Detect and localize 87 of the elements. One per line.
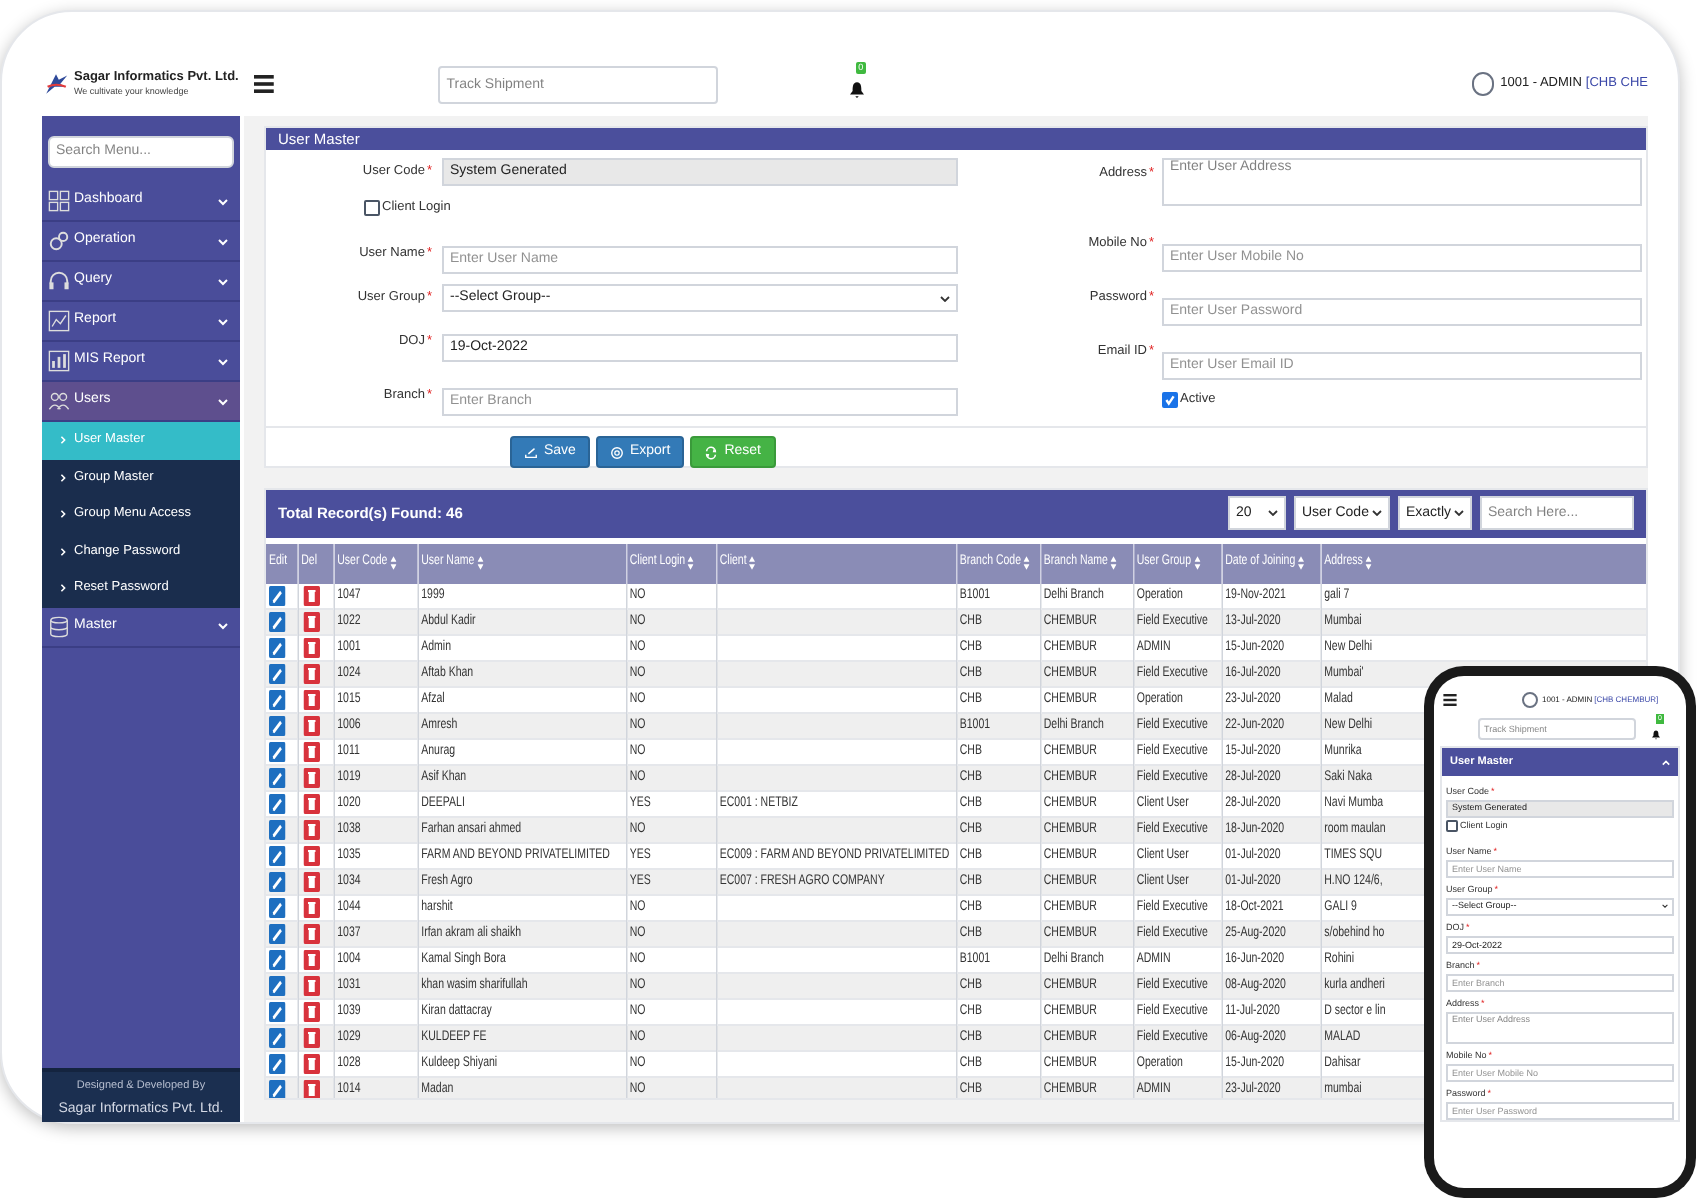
bell-icon[interactable] bbox=[1652, 730, 1660, 740]
delete-button[interactable] bbox=[302, 1002, 320, 1023]
checkbox[interactable] bbox=[364, 200, 380, 217]
save-icon bbox=[524, 445, 538, 460]
chart-icon bbox=[48, 310, 70, 332]
caret-icon bbox=[940, 295, 950, 302]
edit-button[interactable] bbox=[269, 846, 286, 867]
delete-button[interactable] bbox=[302, 846, 320, 867]
checkbox[interactable] bbox=[1446, 820, 1458, 833]
edit-button[interactable] bbox=[269, 1028, 286, 1049]
gears-icon bbox=[48, 230, 70, 252]
edit-button[interactable] bbox=[269, 690, 286, 711]
sort-icon bbox=[1194, 556, 1201, 571]
caret-icon bbox=[1454, 510, 1464, 517]
sort-icon bbox=[1298, 556, 1305, 571]
caret-icon bbox=[1662, 904, 1668, 909]
chevron-up-icon[interactable] bbox=[1662, 759, 1670, 765]
chevron-down-icon bbox=[218, 277, 228, 285]
chevron-right-icon bbox=[60, 584, 66, 593]
bar-chart-icon bbox=[48, 350, 70, 372]
delete-button[interactable] bbox=[302, 742, 320, 763]
delete-button[interactable] bbox=[302, 1028, 320, 1049]
delete-button[interactable] bbox=[302, 976, 320, 997]
refresh-icon bbox=[704, 445, 719, 460]
delete-button[interactable] bbox=[302, 794, 320, 815]
chevron-down-icon bbox=[218, 397, 228, 405]
avatar bbox=[1522, 691, 1538, 707]
edit-button[interactable] bbox=[269, 924, 286, 945]
avatar bbox=[1472, 72, 1495, 96]
edit-button[interactable] bbox=[269, 664, 286, 685]
edit-button[interactable] bbox=[269, 742, 286, 763]
bell-icon[interactable] bbox=[850, 82, 865, 98]
delete-button[interactable] bbox=[302, 820, 320, 841]
delete-button[interactable] bbox=[302, 716, 320, 737]
checkbox[interactable] bbox=[1162, 392, 1178, 409]
chevron-down-icon bbox=[218, 622, 228, 630]
chevron-right-icon bbox=[60, 547, 66, 556]
edit-button[interactable] bbox=[269, 820, 286, 841]
edit-button[interactable] bbox=[269, 1080, 286, 1098]
edit-button[interactable] bbox=[269, 872, 286, 893]
grid-icon bbox=[48, 190, 70, 212]
database-icon bbox=[48, 615, 70, 637]
edit-button[interactable] bbox=[269, 768, 286, 789]
edit-button[interactable] bbox=[269, 638, 286, 659]
edit-button[interactable] bbox=[269, 1054, 286, 1075]
chevron-right-icon bbox=[60, 510, 66, 519]
sort-icon bbox=[1110, 556, 1117, 571]
sort-icon bbox=[688, 556, 695, 571]
menu-icon[interactable] bbox=[1442, 693, 1458, 705]
delete-button[interactable] bbox=[302, 664, 320, 685]
chevron-right-icon bbox=[60, 473, 66, 482]
menu-icon[interactable] bbox=[254, 74, 275, 94]
delete-button[interactable] bbox=[302, 898, 320, 919]
caret-icon bbox=[1372, 510, 1382, 517]
edit-button[interactable] bbox=[269, 794, 286, 815]
sort-icon bbox=[477, 556, 484, 571]
edit-button[interactable] bbox=[269, 716, 286, 737]
delete-button[interactable] bbox=[302, 612, 320, 633]
headset-icon bbox=[48, 270, 70, 292]
edit-button[interactable] bbox=[269, 1002, 286, 1023]
delete-button[interactable] bbox=[302, 872, 320, 893]
chevron-down-icon bbox=[218, 197, 228, 205]
edit-button[interactable] bbox=[269, 976, 286, 997]
delete-button[interactable] bbox=[302, 1054, 320, 1075]
sort-icon bbox=[1365, 556, 1372, 571]
delete-button[interactable] bbox=[302, 638, 320, 659]
delete-button[interactable] bbox=[302, 585, 320, 606]
edit-button[interactable] bbox=[269, 950, 286, 971]
sort-icon bbox=[390, 556, 397, 571]
delete-button[interactable] bbox=[302, 950, 320, 971]
chevron-right-icon bbox=[60, 436, 66, 445]
export-icon bbox=[609, 445, 624, 460]
caret-icon bbox=[1268, 510, 1278, 517]
delete-button[interactable] bbox=[302, 1080, 320, 1098]
sort-icon bbox=[749, 556, 756, 571]
edit-button[interactable] bbox=[269, 612, 286, 633]
sort-icon bbox=[1024, 556, 1031, 571]
logo-icon bbox=[42, 70, 70, 98]
edit-button[interactable] bbox=[269, 898, 286, 919]
delete-button[interactable] bbox=[302, 924, 320, 945]
delete-button[interactable] bbox=[302, 768, 320, 789]
people-icon bbox=[48, 390, 70, 412]
chevron-down-icon bbox=[218, 357, 228, 365]
delete-button[interactable] bbox=[302, 690, 320, 711]
chevron-down-icon bbox=[218, 317, 228, 325]
edit-button[interactable] bbox=[269, 585, 286, 606]
chevron-down-icon bbox=[218, 237, 228, 245]
